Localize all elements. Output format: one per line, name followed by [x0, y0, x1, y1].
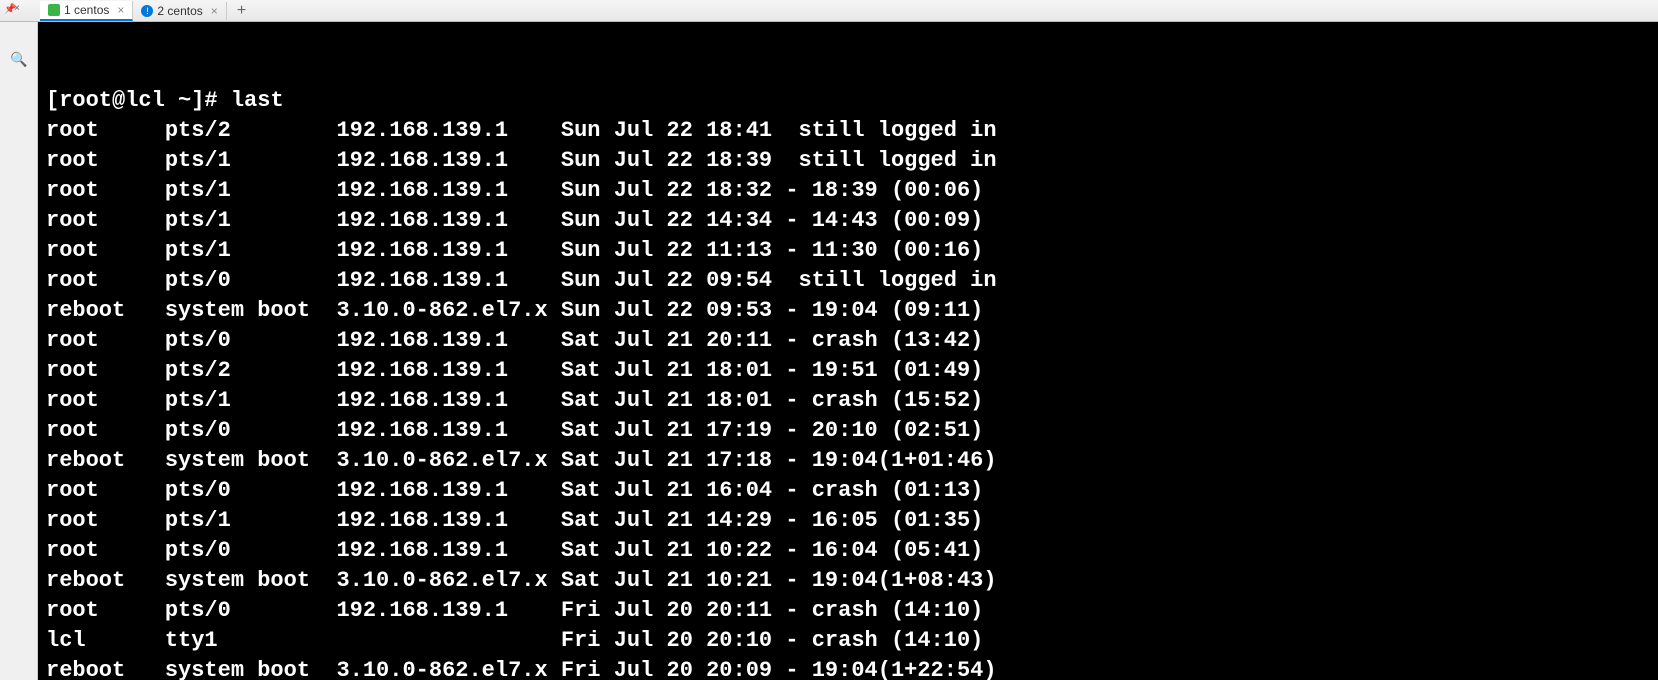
tab-bar: 📌 × 1 centos × ! 2 centos × + — [0, 0, 1658, 22]
add-tab-button[interactable]: + — [227, 2, 257, 20]
tab-close-icon[interactable]: × — [211, 4, 218, 18]
command-line: [root@lcl ~]# last — [46, 86, 1650, 116]
output-line: reboot system boot 3.10.0-862.el7.x Fri … — [46, 656, 1650, 680]
output-line: root pts/1 192.168.139.1 Sun Jul 22 14:3… — [46, 206, 1650, 236]
tab-2[interactable]: ! 2 centos × — [133, 2, 226, 20]
output-line: root pts/1 192.168.139.1 Sun Jul 22 11:1… — [46, 236, 1650, 266]
output-line: root pts/0 192.168.139.1 Sat Jul 21 10:2… — [46, 536, 1650, 566]
output-line: root pts/0 192.168.139.1 Sat Jul 21 20:1… — [46, 326, 1650, 356]
command-text: last — [231, 88, 284, 113]
output-line: root pts/0 192.168.139.1 Fri Jul 20 20:1… — [46, 596, 1650, 626]
output-line: root pts/1 192.168.139.1 Sun Jul 22 18:3… — [46, 176, 1650, 206]
close-icon[interactable]: × — [14, 4, 20, 15]
tab-1[interactable]: 1 centos × — [40, 1, 133, 21]
output-line: root pts/0 192.168.139.1 Sun Jul 22 09:5… — [46, 266, 1650, 296]
shell-prompt: [root@lcl ~]# — [46, 88, 231, 113]
output-line: root pts/0 192.168.139.1 Sat Jul 21 16:0… — [46, 476, 1650, 506]
output-line: root pts/2 192.168.139.1 Sat Jul 21 18:0… — [46, 356, 1650, 386]
output-line: root pts/1 192.168.139.1 Sat Jul 21 18:0… — [46, 386, 1650, 416]
command-output: root pts/2 192.168.139.1 Sun Jul 22 18:4… — [46, 116, 1650, 680]
output-line: lcl tty1 Fri Jul 20 20:10 - crash (14:10… — [46, 626, 1650, 656]
search-icon[interactable]: 🔍 — [10, 52, 27, 69]
output-line: reboot system boot 3.10.0-862.el7.x Sun … — [46, 296, 1650, 326]
tab-label: 2 centos — [157, 4, 202, 18]
left-gutter: 🔍 — [0, 22, 38, 680]
output-line: root pts/2 192.168.139.1 Sun Jul 22 18:4… — [46, 116, 1650, 146]
output-line: reboot system boot 3.10.0-862.el7.x Sat … — [46, 566, 1650, 596]
tab-label: 1 centos — [64, 3, 109, 17]
tab-close-icon[interactable]: × — [117, 3, 124, 17]
output-line: reboot system boot 3.10.0-862.el7.x Sat … — [46, 446, 1650, 476]
output-line: root pts/1 192.168.139.1 Sun Jul 22 18:3… — [46, 146, 1650, 176]
output-line: root pts/1 192.168.139.1 Sat Jul 21 14:2… — [46, 506, 1650, 536]
output-line: root pts/0 192.168.139.1 Sat Jul 21 17:1… — [46, 416, 1650, 446]
terminal[interactable]: [root@lcl ~]# lastroot pts/2 192.168.139… — [38, 22, 1658, 680]
status-icon — [48, 4, 60, 16]
status-icon: ! — [141, 5, 153, 17]
